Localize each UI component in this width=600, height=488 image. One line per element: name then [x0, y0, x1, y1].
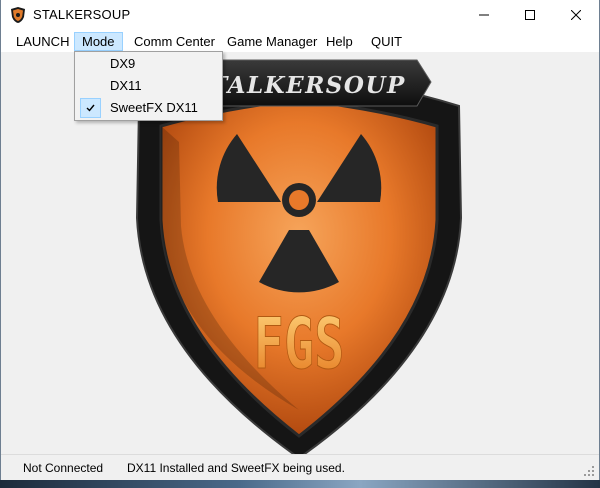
app-window: STALKERSOUP LAUNCH Mode Comm Center Game… [0, 0, 600, 480]
minimize-button[interactable] [461, 0, 507, 30]
connection-status: Not Connected [23, 461, 104, 475]
menu-mode[interactable]: Mode [74, 32, 123, 51]
mode-option-dx9[interactable]: DX9 [77, 54, 220, 74]
mode-option-label: SweetFX DX11 [110, 100, 198, 115]
menu-help[interactable]: Help [319, 32, 360, 51]
mode-option-label: DX11 [110, 78, 142, 93]
menu-bar: LAUNCH Mode Comm Center Game Manager Hel… [1, 30, 599, 52]
menu-quit[interactable]: QUIT [364, 32, 409, 51]
logo-banner-text: STALKERSOUP [192, 72, 406, 99]
desktop-background-strip [0, 480, 600, 488]
title-bar[interactable]: STALKERSOUP [1, 0, 599, 30]
checkmark-icon [86, 104, 95, 112]
mode-option-label: DX9 [110, 56, 136, 71]
maximize-icon [525, 10, 535, 20]
window-title: STALKERSOUP [33, 7, 131, 22]
checkmark-box [80, 98, 101, 118]
menu-comm-center[interactable]: Comm Center [127, 32, 222, 51]
minimize-icon [479, 14, 489, 16]
close-button[interactable] [553, 0, 599, 30]
logo-emblem-text: FGS [253, 304, 344, 385]
close-icon [571, 10, 581, 20]
status-message: DX11 Installed and SweetFX being used. [127, 461, 345, 475]
menu-game-manager[interactable]: Game Manager [220, 32, 324, 51]
maximize-button[interactable] [507, 0, 553, 30]
mode-option-dx11[interactable]: DX11 [77, 76, 220, 96]
app-shield-icon [11, 7, 25, 23]
resize-grip-icon[interactable] [583, 465, 595, 477]
status-bar: Not Connected DX11 Installed and SweetFX… [1, 454, 599, 480]
mode-option-sweetfx-dx11[interactable]: SweetFX DX11 [77, 98, 220, 118]
mode-dropdown-menu: DX9 DX11 SweetFX DX11 [74, 51, 223, 121]
menu-launch[interactable]: LAUNCH [9, 32, 76, 51]
